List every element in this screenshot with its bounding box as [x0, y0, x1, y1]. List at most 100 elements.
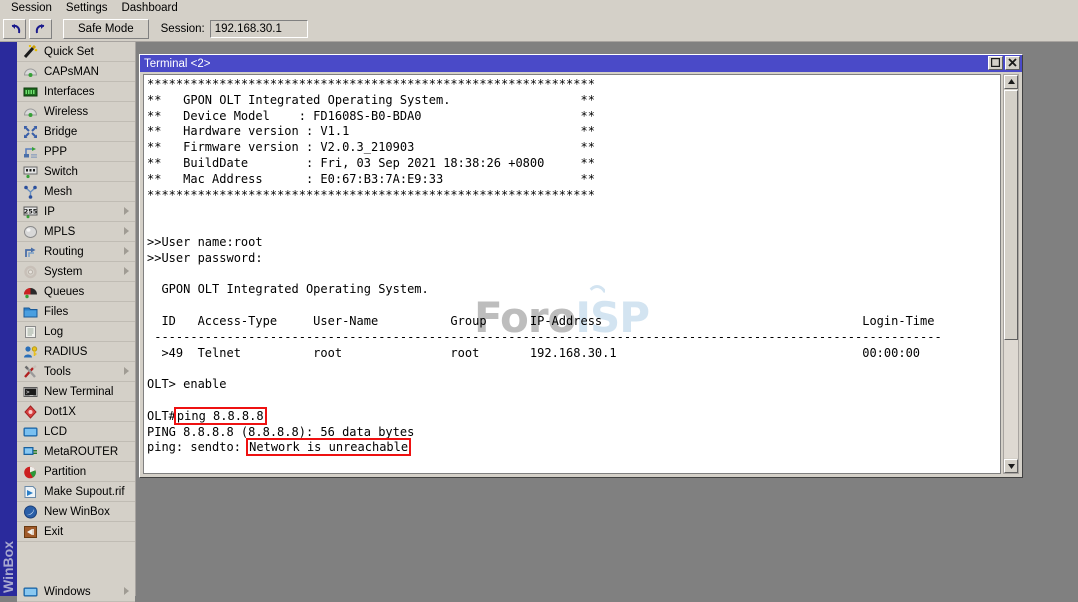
menu-bar: Session Settings Dashboard: [0, 0, 1078, 17]
chevron-right-icon: [124, 247, 129, 255]
sidebar-item-label: New Terminal: [44, 386, 113, 398]
chevron-right-icon: [124, 367, 129, 375]
sidebar-item-dot1x[interactable]: Dot1X: [17, 402, 135, 422]
close-button[interactable]: [1005, 56, 1020, 70]
ping-reply-line: PING 8.8.8.8 (8.8.8.8): 56 data bytes: [147, 425, 414, 439]
banner-line-5: ** Mac Address : E0:67:B3:7A:E9:33 **: [147, 172, 595, 186]
sidebar-item-tools[interactable]: Tools: [17, 362, 135, 382]
sidebar-spacer: [17, 562, 135, 582]
terminal-text: ****************************************…: [147, 77, 1000, 474]
sidebar-item-files[interactable]: Files: [17, 302, 135, 322]
sidebar-item-label: Queues: [44, 286, 84, 298]
session-label: Session:: [161, 23, 205, 35]
bridge-arrows-icon: [22, 124, 39, 140]
sidebar-item-mesh[interactable]: Mesh: [17, 182, 135, 202]
sidebar-item-partition[interactable]: Partition: [17, 462, 135, 482]
log-page-icon: [22, 324, 39, 340]
sidebar-item-label: Wireless: [44, 106, 88, 118]
sidebar-item-label: IP: [44, 206, 55, 218]
sidebar-item-system[interactable]: System: [17, 262, 135, 282]
terminal-scrollbar[interactable]: [1003, 74, 1019, 474]
sidebar-item-label: Bridge: [44, 126, 77, 138]
chevron-right-icon: [124, 227, 129, 235]
session-table-row: >49 Telnet root root 192.168.30.1 00:00:…: [147, 346, 920, 360]
undo-button[interactable]: [3, 19, 26, 39]
sidebar-item-radius[interactable]: RADIUS: [17, 342, 135, 362]
scroll-down-button[interactable]: [1004, 459, 1018, 473]
ppp-link-icon: [22, 144, 39, 160]
session-address-field[interactable]: 192.168.30.1: [210, 20, 308, 38]
sidebar-item-log[interactable]: Log: [17, 322, 135, 342]
sidebar-item-label: Log: [44, 326, 63, 338]
sidebar-item-label: Make Supout.rif: [44, 486, 125, 498]
chevron-right-icon: [124, 587, 129, 595]
sidebar-item-windows[interactable]: Windows: [17, 582, 135, 602]
chip-icon: [22, 84, 39, 100]
scroll-down-arrow-icon: [1007, 459, 1016, 473]
redo-button[interactable]: [29, 19, 52, 39]
sidebar-item-label: Switch: [44, 166, 78, 178]
sidebar-item-wireless[interactable]: Wireless: [17, 102, 135, 122]
sidebar-item-interfaces[interactable]: Interfaces: [17, 82, 135, 102]
sidebar-menu: Quick Set CAPsMAN Interfaces Wireless Br…: [17, 42, 136, 596]
sidebar-item-switch[interactable]: Switch: [17, 162, 135, 182]
tools-icon: [22, 364, 39, 380]
dot1x-icon: [22, 404, 39, 420]
scroll-up-button[interactable]: [1004, 75, 1018, 89]
terminal-output[interactable]: ForoISP ********************************…: [143, 74, 1001, 474]
sidebar-item-ip[interactable]: 255 IP: [17, 202, 135, 222]
login-user-prompt: >>User name:root: [147, 235, 263, 249]
partition-pie-icon: [22, 464, 39, 480]
terminal-title-bar[interactable]: Terminal <2>: [140, 55, 1022, 72]
undo-arrow-icon: [8, 23, 22, 36]
banner-rule-bottom: ****************************************…: [147, 188, 595, 202]
sidebar-spacer: [17, 542, 135, 562]
banner-line-2: ** Hardware version : V1.1 **: [147, 124, 595, 138]
scrollbar-thumb[interactable]: [1004, 90, 1018, 340]
gauge-icon: [22, 64, 39, 80]
exit-icon: [22, 524, 39, 540]
enable-command: enable: [183, 377, 226, 391]
sidebar-item-make-supout[interactable]: Make Supout.rif: [17, 482, 135, 502]
sidebar-item-bridge[interactable]: Bridge: [17, 122, 135, 142]
user-key-icon: [22, 344, 39, 360]
svg-text:>_: >_: [26, 389, 34, 396]
maximize-button[interactable]: [988, 56, 1003, 70]
safe-mode-button[interactable]: Safe Mode: [63, 19, 149, 39]
banner-rule-top: ****************************************…: [147, 77, 595, 91]
sidebar-item-label: Dot1X: [44, 406, 76, 418]
sidebar-item-lcd[interactable]: LCD: [17, 422, 135, 442]
redo-arrow-icon: [34, 23, 48, 36]
ping-command-highlight: ping 8.8.8.8: [176, 409, 265, 423]
menu-settings[interactable]: Settings: [59, 1, 115, 16]
gauge-icon: [22, 104, 39, 120]
close-icon: [1008, 56, 1017, 70]
sidebar-item-new-terminal[interactable]: >_ New Terminal: [17, 382, 135, 402]
session-table-divider: ----------------------------------------…: [147, 330, 942, 344]
banner-line-0: ** GPON OLT Integrated Operating System.…: [147, 93, 595, 107]
sidebar-item-capsman[interactable]: CAPsMAN: [17, 62, 135, 82]
sidebar-item-label: PPP: [44, 146, 67, 158]
menu-session[interactable]: Session: [4, 1, 59, 16]
sidebar-item-label: Interfaces: [44, 86, 95, 98]
windows-icon: [22, 584, 39, 600]
sidebar-item-queues[interactable]: Queues: [17, 282, 135, 302]
ip-255-icon: 255: [22, 204, 39, 220]
sidebar-item-new-winbox[interactable]: New WinBox: [17, 502, 135, 522]
sidebar-item-quick-set[interactable]: Quick Set: [17, 42, 135, 62]
menu-dashboard[interactable]: Dashboard: [114, 1, 184, 16]
sidebar-item-label: Tools: [44, 366, 71, 378]
magic-wand-icon: [22, 44, 39, 60]
sidebar-item-label: Quick Set: [44, 46, 94, 58]
sidebar-item-metarouter[interactable]: MetaROUTER: [17, 442, 135, 462]
sidebar-item-label: System: [44, 266, 82, 278]
sidebar-item-routing[interactable]: Routing: [17, 242, 135, 262]
scrollbar-track[interactable]: [1004, 340, 1018, 458]
terminal-icon: >_: [22, 384, 39, 400]
supout-icon: [22, 484, 39, 500]
sidebar-item-label: Files: [44, 306, 68, 318]
sidebar-item-mpls[interactable]: MPLS: [17, 222, 135, 242]
sidebar-item-exit[interactable]: Exit: [17, 522, 135, 542]
sidebar-item-label: CAPsMAN: [44, 66, 99, 78]
sidebar-item-ppp[interactable]: PPP: [17, 142, 135, 162]
